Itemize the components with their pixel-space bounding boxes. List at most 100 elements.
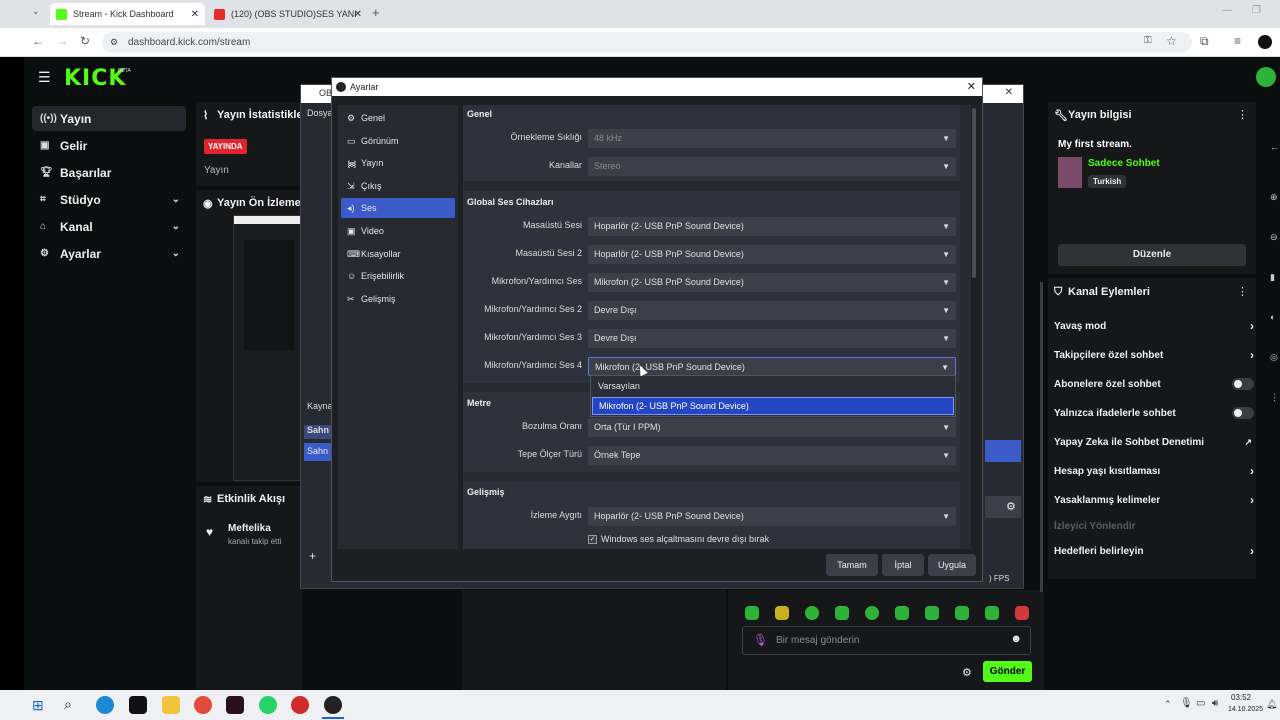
nav-item-basarilar[interactable]: 🏆︎ Başarılar: [32, 160, 186, 185]
tool-icon[interactable]: ◎: [1270, 352, 1278, 363]
chrome-icon[interactable]: [194, 696, 212, 714]
mic-aux-3-select[interactable]: Devre Dışı ▼: [588, 329, 956, 348]
emote-icon[interactable]: [925, 606, 939, 620]
reload-icon[interactable]: ↻: [80, 34, 90, 48]
dropdown-option-default[interactable]: Varsayılan: [591, 378, 955, 395]
search-icon[interactable]: ⌕: [64, 696, 72, 713]
extensions-icon[interactable]: ⧉: [1200, 34, 1209, 49]
tool-icon[interactable]: ⊖: [1270, 232, 1278, 243]
apply-button[interactable]: Uygula: [928, 554, 976, 576]
toggle-switch[interactable]: [1232, 378, 1254, 390]
nav-item-kanal[interactable]: ⌂ Kanal ⌄: [32, 214, 186, 239]
category-erisebilirlik[interactable]: ☺ Erişebilirlik: [341, 266, 455, 286]
dropdown-option-mic[interactable]: Mikrofon (2- USB PnP Sound Device): [592, 397, 954, 415]
restore-icon[interactable]: ❐: [1252, 5, 1261, 16]
nav-item-yayin[interactable]: ((•)) Yayın: [32, 106, 186, 131]
decay-rate-select[interactable]: Orta (Tür I PPM) ▼: [588, 418, 956, 437]
emote-icon[interactable]: [865, 606, 879, 620]
tool-icon[interactable]: ⊕: [1270, 192, 1278, 203]
cancel-button[interactable]: İptal: [882, 554, 924, 576]
tiktok-icon[interactable]: [129, 696, 147, 714]
monitoring-device-select[interactable]: Hoparlör (2- USB PnP Sound Device) ▼: [588, 507, 956, 526]
content-scrollbar[interactable]: [972, 108, 976, 278]
emote-icon[interactable]: [955, 606, 969, 620]
hamburger-menu-icon[interactable]: ☰: [38, 69, 51, 86]
forward-icon[interactable]: →: [56, 34, 68, 48]
more-options-icon[interactable]: ⋮: [1237, 285, 1248, 298]
emote-icon[interactable]: [835, 606, 849, 620]
action-set-goals[interactable]: Hedefleri belirleyin ›: [1054, 538, 1264, 564]
scrollbar[interactable]: [1040, 282, 1043, 592]
close-icon[interactable]: ✕: [967, 78, 976, 96]
emote-icon[interactable]: [985, 606, 999, 620]
desktop-audio-2-select[interactable]: Hoparlör (2- USB PnP Sound Device) ▼: [588, 245, 956, 264]
category-video[interactable]: ▣ Video: [341, 221, 455, 241]
action-ai-moderation[interactable]: Yapay Zeka ile Sohbet Denetimi ↗: [1054, 429, 1264, 455]
send-button[interactable]: Gönder: [983, 661, 1032, 682]
chat-settings-icon[interactable]: ⚙: [962, 666, 972, 679]
more-options-icon[interactable]: ⋮: [1237, 108, 1248, 121]
category-cikis[interactable]: ⇲ Çıkış: [341, 176, 455, 196]
emote-icon[interactable]: [895, 606, 909, 620]
clock-date[interactable]: 14.10.2025: [1228, 706, 1263, 713]
media-control-icon[interactable]: ≡: [1234, 34, 1241, 48]
tab-list-icon[interactable]: ⌄: [32, 6, 40, 17]
network-icon[interactable]: ▭: [1196, 698, 1205, 709]
edit-button[interactable]: Düzenle: [1058, 244, 1246, 266]
capcut-icon[interactable]: [226, 696, 244, 714]
obs-settings-button[interactable]: ⚙: [985, 496, 1021, 518]
clock-time[interactable]: 03:52: [1231, 693, 1251, 702]
chat-input[interactable]: 🎙︎ Bir mesaj gönderin ☻: [742, 626, 1031, 655]
mic-aux-select[interactable]: Mikrofon (2- USB PnP Sound Device) ▼: [588, 273, 956, 292]
minimize-icon[interactable]: —: [1222, 5, 1232, 16]
close-tab-icon[interactable]: ✕: [354, 9, 362, 20]
emote-icon[interactable]: [1015, 606, 1029, 620]
emoji-picker-icon[interactable]: ☻: [1010, 633, 1022, 645]
activity-user[interactable]: Meftelika: [228, 523, 271, 534]
category-yayin[interactable]: ᯼ Yayın: [341, 153, 455, 173]
obs-control-button[interactable]: [985, 440, 1021, 462]
close-icon[interactable]: ✕: [1005, 87, 1013, 98]
nav-item-ayarlar[interactable]: ⚙ Ayarlar ⌄: [32, 241, 186, 266]
bookmark-star-icon[interactable]: ☆: [1166, 34, 1177, 48]
action-subscribers-only[interactable]: Abonelere özel sohbet: [1054, 371, 1264, 397]
ok-button[interactable]: Tamam: [826, 554, 878, 576]
obs-icon[interactable]: [324, 696, 342, 714]
tool-icon[interactable]: ▮: [1270, 272, 1275, 283]
action-banned-words[interactable]: Yasaklanmış kelimeler ›: [1054, 487, 1264, 513]
action-account-age[interactable]: Hesap yaşı kısıtlaması ›: [1054, 458, 1264, 484]
emote-icon[interactable]: [745, 606, 759, 620]
category-gelismis[interactable]: ✂ Gelişmiş: [341, 289, 455, 309]
category-kisayollar[interactable]: ⌨ Kısayollar: [341, 244, 455, 264]
tab-kick-dashboard[interactable]: Stream - Kick Dashboard ✕: [50, 3, 205, 25]
close-tab-icon[interactable]: ✕: [191, 9, 199, 20]
volume-icon[interactable]: 🔊︎: [1212, 698, 1218, 709]
new-tab-icon[interactable]: +: [372, 5, 380, 20]
notification-icon[interactable]: 🔔︎: [1266, 699, 1277, 710]
microphone-icon[interactable]: 🎙︎: [753, 633, 768, 647]
category-ses[interactable]: ◂) Ses: [341, 198, 455, 218]
sample-rate-select[interactable]: 48 kHz ▼: [588, 129, 956, 148]
obs-menu-file[interactable]: Dosya: [307, 108, 333, 118]
back-icon[interactable]: ←: [32, 34, 44, 48]
tray-chevron-icon[interactable]: ⌃: [1164, 699, 1172, 710]
edge-icon[interactable]: [96, 696, 114, 714]
desktop-audio-select[interactable]: Hoparlör (2- USB PnP Sound Device) ▼: [588, 217, 956, 236]
tool-icon[interactable]: ⋮: [1270, 392, 1279, 403]
password-key-icon[interactable]: ⚿: [1144, 35, 1152, 46]
whatsapp-icon[interactable]: [259, 696, 277, 714]
site-info-icon[interactable]: ⚙: [110, 32, 118, 53]
recorder-icon[interactable]: [291, 696, 309, 714]
collapse-icon[interactable]: ←: [1270, 142, 1279, 152]
windows-start-icon[interactable]: ⊞: [32, 697, 44, 714]
category-gorunum[interactable]: ▭ Görünüm: [341, 131, 455, 151]
profile-avatar[interactable]: [1258, 35, 1272, 49]
channels-select[interactable]: Stereo ▼: [588, 157, 956, 176]
nav-item-gelir[interactable]: ▣ Gelir: [32, 133, 186, 158]
url-field[interactable]: ⚙ dashboard.kick.com/stream: [102, 32, 1192, 53]
toggle-switch[interactable]: [1232, 407, 1254, 419]
action-emote-only[interactable]: Yalnızca ifadelerle sohbet: [1054, 400, 1264, 426]
ducking-checkbox[interactable]: ✓: [588, 535, 597, 544]
mic-aux-2-select[interactable]: Devre Dışı ▼: [588, 301, 956, 320]
add-scene-icon[interactable]: +: [309, 549, 316, 563]
